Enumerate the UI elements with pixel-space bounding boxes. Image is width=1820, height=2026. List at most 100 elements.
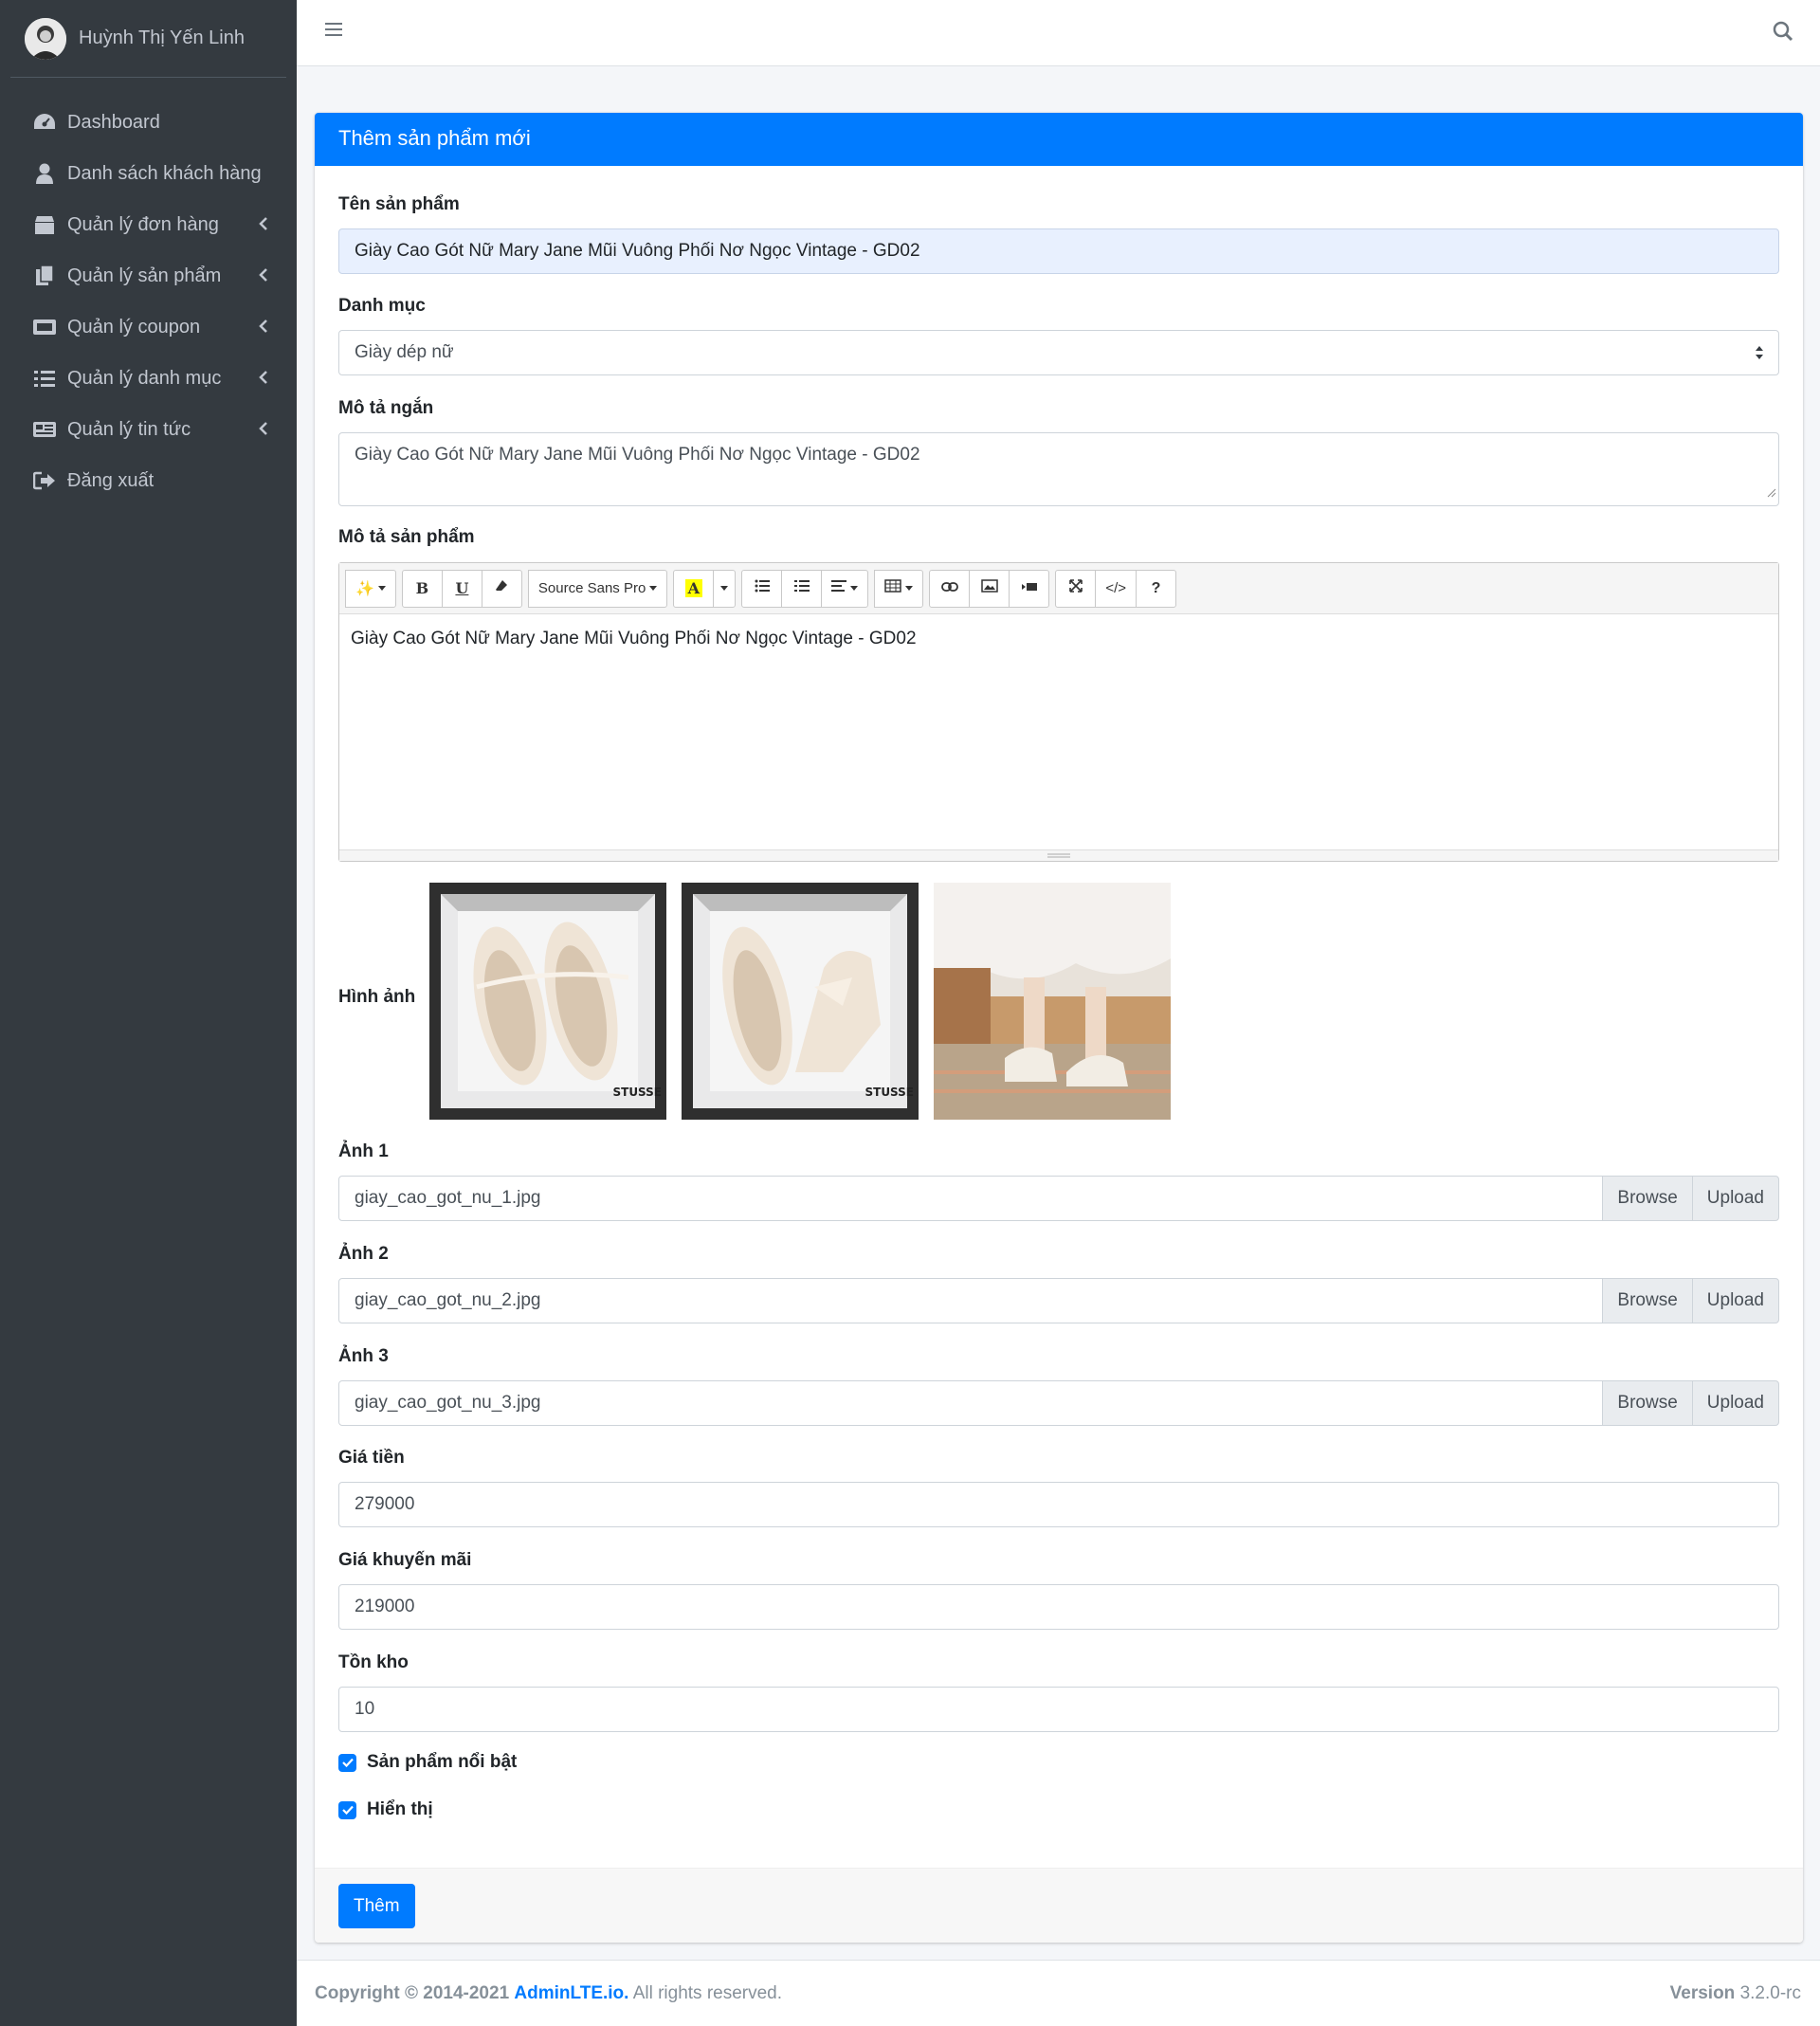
image1-filename[interactable]: giay_cao_got_nu_1.jpg (338, 1176, 1604, 1221)
select-arrows-icon (1754, 344, 1765, 367)
image3-browse-button[interactable]: Browse (1602, 1380, 1693, 1426)
ticket-icon (31, 314, 58, 340)
paragraph-align-button[interactable] (821, 569, 869, 608)
sidebar-item-coupons[interactable]: Quản lý coupon (0, 301, 297, 353)
image-button[interactable] (969, 569, 1010, 608)
bullet-list-icon (755, 579, 770, 597)
video-button[interactable] (1009, 569, 1050, 608)
code-view-button[interactable]: </> (1095, 569, 1138, 608)
thumbnail-brand-text: STUSSE (864, 1086, 914, 1099)
chevron-left-icon (259, 420, 268, 442)
text-color-button[interactable]: A (673, 569, 715, 608)
user-icon (31, 160, 58, 187)
images-label: Hình ảnh (338, 987, 416, 1007)
newspaper-icon (31, 416, 58, 443)
code-icon: </> (1105, 580, 1127, 596)
hamburger-menu-icon[interactable] (325, 21, 344, 44)
image1-browse-button[interactable]: Browse (1602, 1176, 1693, 1221)
version-info: Version 3.2.0-rc (1670, 1983, 1801, 2004)
short-description-textarea[interactable]: Giày Cao Gót Nữ Mary Jane Mũi Vuông Phối… (338, 432, 1779, 506)
editor-resize-bar[interactable] (339, 849, 1778, 861)
copyright-text: Copyright © 2014-2021 (315, 1983, 510, 2003)
sale-price-label: Giá khuyến mãi (338, 1550, 472, 1570)
sidebar-item-label: Quản lý tin tức (67, 418, 191, 440)
add-product-card: Thêm sản phẩm mới Tên sản phẩm Giày Cao … (315, 113, 1803, 1943)
font-family-dropdown[interactable]: Source Sans Pro (527, 569, 668, 608)
brand-link[interactable]: AdminLTE.io. (514, 1983, 628, 2003)
image1-upload-button[interactable]: Upload (1691, 1176, 1779, 1221)
description-label: Mô tả sản phẩm (338, 527, 475, 547)
image2-browse-button[interactable]: Browse (1602, 1278, 1693, 1323)
eraser-button[interactable] (481, 569, 522, 608)
rich-text-editor[interactable]: ✨ B U Source Sans Pro A </> ? Giày Cao G… (338, 562, 1779, 862)
sign-out-icon (31, 467, 58, 494)
font-family-value: Source Sans Pro (537, 580, 646, 596)
stock-input[interactable]: 10 (338, 1687, 1779, 1732)
copyright: Copyright © 2014-2021 AdminLTE.io. All r… (315, 1983, 782, 2004)
short-description-value: Giày Cao Gót Nữ Mary Jane Mũi Vuông Phối… (355, 445, 920, 465)
link-button[interactable] (929, 569, 971, 608)
editor-content-text: Giày Cao Gót Nữ Mary Jane Mũi Vuông Phối… (351, 629, 917, 648)
price-input[interactable]: 279000 (338, 1482, 1779, 1527)
help-button[interactable]: ? (1136, 569, 1177, 608)
magic-style-button[interactable]: ✨ (345, 569, 396, 608)
video-icon (1021, 580, 1038, 597)
editor-content[interactable]: Giày Cao Gót Nữ Mary Jane Mũi Vuông Phối… (339, 614, 1778, 664)
product-name-input[interactable]: Giày Cao Gót Nữ Mary Jane Mũi Vuông Phối… (338, 228, 1779, 274)
product-name-label: Tên sản phẩm (338, 194, 460, 214)
sidebar: Huỳnh Thị Yến Linh Dashboard Danh sách k… (0, 0, 297, 2026)
image2-filename[interactable]: giay_cao_got_nu_2.jpg (338, 1278, 1604, 1323)
sidebar-item-news[interactable]: Quản lý tin tức (0, 404, 297, 455)
chevron-left-icon (259, 215, 268, 237)
bullet-list-button[interactable] (741, 569, 783, 608)
submit-button[interactable]: Thêm (338, 1884, 415, 1928)
avatar (25, 17, 66, 60)
underline-button[interactable]: U (441, 569, 482, 608)
user-name: Huỳnh Thị Yến Linh (79, 27, 245, 48)
sale-price-input[interactable]: 219000 (338, 1584, 1779, 1630)
copy-icon (31, 263, 58, 289)
sidebar-item-categories[interactable]: Quản lý danh mục (0, 353, 297, 404)
stock-label: Tồn kho (338, 1652, 409, 1672)
bold-button[interactable]: B (401, 569, 443, 608)
category-select[interactable]: Giày dép nữ (338, 330, 1779, 375)
image2-upload-button[interactable]: Upload (1691, 1278, 1779, 1323)
eraser-icon (495, 579, 508, 597)
sale-price-value: 219000 (355, 1597, 415, 1616)
short-description-label: Mô tả ngắn (338, 398, 434, 418)
expand-icon (1069, 579, 1083, 597)
sidebar-item-products[interactable]: Quản lý sản phẩm (0, 250, 297, 301)
visible-checkbox[interactable] (338, 1800, 356, 1819)
price-value: 279000 (355, 1494, 415, 1514)
version-value: 3.2.0-rc (1739, 1983, 1801, 2003)
image3-label: Ảnh 3 (338, 1346, 389, 1366)
fullscreen-button[interactable] (1055, 569, 1097, 608)
chevron-left-icon (259, 318, 268, 339)
sidebar-item-customers[interactable]: Danh sách khách hàng (0, 148, 297, 199)
dashboard-icon (31, 109, 58, 136)
sidebar-item-orders[interactable]: Quản lý đơn hàng (0, 199, 297, 250)
text-color-dropdown[interactable] (713, 569, 737, 608)
image3-file-input: giay_cao_got_nu_3.jpg Browse Upload (338, 1380, 1779, 1426)
product-thumbnail-3 (934, 883, 1171, 1120)
stock-value: 10 (355, 1699, 375, 1719)
sidebar-item-label: Quản lý đơn hàng (67, 213, 219, 235)
sidebar-item-label: Danh sách khách hàng (67, 162, 262, 184)
sidebar-item-label: Quản lý sản phẩm (67, 265, 222, 286)
table-button[interactable] (874, 569, 924, 608)
product-thumbnail-1: STUSSE (429, 883, 666, 1120)
chevron-left-icon (259, 369, 268, 391)
user-panel[interactable]: Huỳnh Thị Yến Linh (10, 0, 286, 78)
featured-checkbox[interactable] (338, 1753, 356, 1772)
image3-upload-button[interactable]: Upload (1691, 1380, 1779, 1426)
category-label: Danh mục (338, 296, 426, 316)
editor-toolbar: ✨ B U Source Sans Pro A </> ? (339, 563, 1778, 614)
ordered-list-button[interactable] (781, 569, 823, 608)
magic-wand-icon: ✨ (355, 580, 374, 597)
image3-filename[interactable]: giay_cao_got_nu_3.jpg (338, 1380, 1604, 1426)
sidebar-item-dashboard[interactable]: Dashboard (0, 97, 297, 148)
resize-handle-icon[interactable] (1767, 483, 1776, 503)
sidebar-item-logout[interactable]: Đăng xuất (0, 455, 297, 506)
search-icon[interactable] (1773, 21, 1793, 47)
visible-checkbox-row: Hiển thị (338, 1799, 433, 1820)
